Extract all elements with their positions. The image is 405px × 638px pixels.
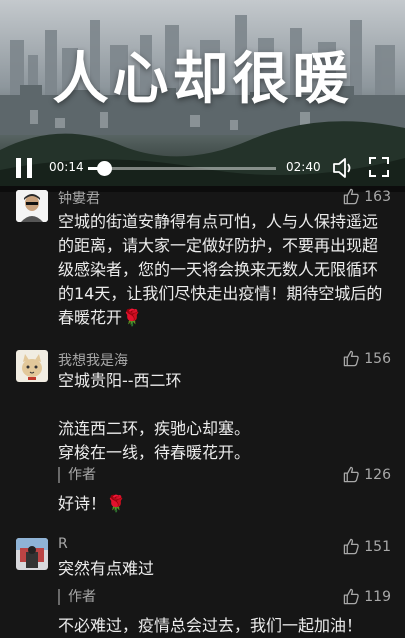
comment-line: 流连西二环，疾驰心却塞。 — [58, 419, 251, 438]
comment-username[interactable]: 我想我是海 — [58, 350, 128, 370]
comment-username[interactable]: R — [58, 536, 68, 552]
comment-text: 空城贵阳--西二环 流连西二环，疾驰心却塞。 穿梭在一线，待春暖花开。 — [58, 369, 388, 465]
total-time: 02:40 — [286, 160, 321, 174]
comment-line — [58, 393, 388, 417]
comment-line: 空城贵阳--西二环 — [58, 371, 182, 390]
avatar[interactable] — [16, 538, 48, 570]
comment-text: 突然有点难过 — [58, 557, 388, 581]
comment-line: 突然有点难过 — [58, 559, 155, 578]
thumbs-up-icon — [344, 538, 360, 555]
comment-line: 的距离，请大家一定做好防护，不要再出现超 — [58, 236, 379, 255]
comment-line: 的14天，让我们尽快走出疫情！期待空城后的 — [58, 284, 383, 303]
avatar[interactable] — [16, 190, 48, 222]
author-reply-text: 好诗！🌹 — [58, 494, 126, 513]
like-button[interactable]: 163 — [343, 188, 391, 205]
fullscreen-icon[interactable] — [369, 157, 389, 177]
comment-line: 空城的街道安静得有点可怕，人与人保持遥远 — [58, 212, 379, 231]
like-button[interactable]: 156 — [343, 350, 391, 367]
comment-username[interactable]: 钟婁君 — [58, 188, 100, 208]
volume-icon[interactable] — [332, 157, 356, 179]
like-count: 151 — [364, 538, 391, 555]
like-button[interactable]: 119 — [343, 588, 391, 605]
author-badge: 作者 — [58, 589, 96, 605]
like-count: 163 — [364, 188, 391, 205]
progress-knob[interactable] — [97, 161, 113, 176]
comment-line: 春暖花开🌹 — [58, 308, 142, 327]
thumbs-up-icon — [344, 466, 360, 483]
pause-icon[interactable] — [16, 158, 34, 178]
video-overlay-title: 人心却很暖 — [52, 47, 353, 112]
thumbs-up-icon — [344, 188, 360, 205]
like-button[interactable]: 126 — [343, 466, 391, 483]
current-time: 00:14 — [49, 160, 84, 174]
author-badge: 作者 — [58, 467, 96, 483]
author-reply-text: 不必难过，疫情总会过去，我们一起加油！ — [58, 616, 363, 635]
like-button[interactable]: 151 — [343, 538, 391, 555]
thumbs-up-icon — [344, 588, 360, 605]
like-count: 156 — [364, 350, 391, 367]
like-count: 119 — [364, 588, 391, 605]
like-count: 126 — [364, 466, 391, 483]
thumbs-up-icon — [344, 350, 360, 367]
avatar[interactable] — [16, 350, 48, 382]
progress-bar[interactable] — [88, 161, 276, 176]
comment-line: 穿梭在一线，待春暖花开。 — [58, 443, 251, 462]
video-player[interactable]: 人心却很暖 00:14 02:40 — [0, 0, 405, 192]
video-controls: 00:14 02:40 — [0, 148, 405, 188]
comment-text: 空城的街道安静得有点可怕，人与人保持遥远 的距离，请大家一定做好防护，不要再出现… — [58, 210, 388, 330]
comment-line: 级感染者，您的一天将会换来无数人无限循环 — [58, 260, 379, 279]
